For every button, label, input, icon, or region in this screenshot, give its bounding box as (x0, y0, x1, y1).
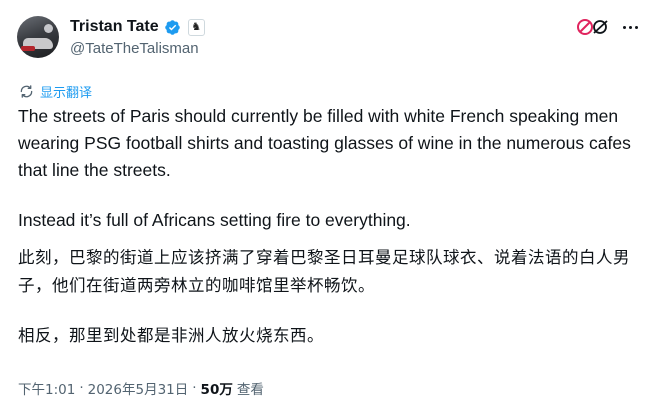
more-dot (634, 25, 638, 29)
verified-badge-icon[interactable] (164, 19, 181, 36)
tweet-translation-paragraph: 此刻，巴黎的街道上应该挤满了穿着巴黎圣日耳曼足球队球衣、说着法语的白人男子，他们… (18, 248, 630, 295)
avatar-light (44, 24, 53, 33)
meta-separator: · (192, 380, 197, 396)
meta-separator: · (79, 380, 84, 396)
avatar-car-stripe (21, 46, 35, 51)
more-dot (622, 25, 626, 29)
more-horizontal-icon[interactable] (619, 17, 641, 37)
show-translation[interactable]: 显示翻译 (19, 82, 92, 101)
views-label[interactable]: 查看 (237, 378, 264, 398)
tweet-time[interactable]: 下午1:01 (18, 378, 75, 398)
author-handle[interactable]: @TateTheTalisman (70, 40, 199, 57)
author-name-row: Tristan Tate ♞ (70, 16, 205, 38)
grok-icon[interactable] (576, 18, 610, 36)
views-count[interactable]: 50万 (201, 378, 233, 398)
more-dot (628, 25, 632, 29)
tweet-translation-paragraph: 相反，那里到处都是非洲人放火烧东西。 (18, 326, 324, 345)
tweet-text-paragraph: The streets of Paris should currently be… (18, 106, 631, 180)
author-display-name[interactable]: Tristan Tate (70, 18, 159, 36)
tweet-date[interactable]: 2026年5月31日 (88, 378, 189, 398)
show-translation-label[interactable]: 显示翻译 (40, 82, 92, 101)
chess-knight-icon[interactable]: ♞ (187, 18, 205, 36)
tweet-text-paragraph: Instead it’s full of Africans setting fi… (18, 210, 411, 230)
tweet-meta: 下午1:01 · 2026年5月31日 · 50万 查看 (18, 378, 264, 398)
translate-icon (20, 84, 33, 98)
tweet-card: Tristan Tate ♞ @TateTheTalisman 显示翻译 The… (0, 0, 658, 413)
avatar[interactable] (17, 16, 59, 58)
